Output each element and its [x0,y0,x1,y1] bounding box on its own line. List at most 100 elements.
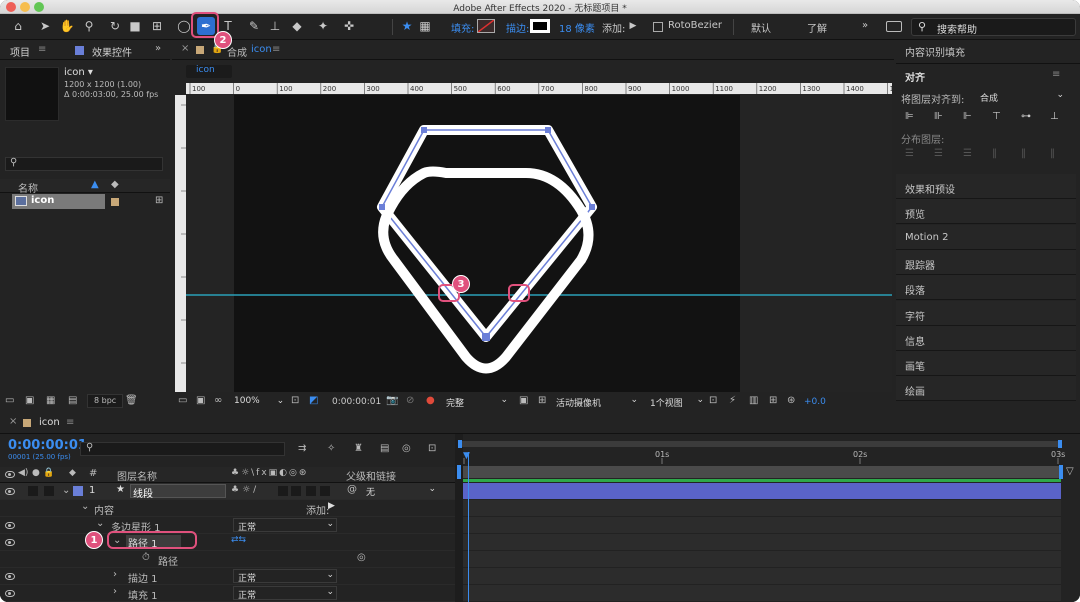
toggle-transparency-icon[interactable]: ⊞ [538,395,546,406]
camera-tool-icon[interactable]: ■ [126,17,144,35]
chevron-down-icon[interactable]: ⌄ [96,518,104,529]
visibility-eye-icon[interactable] [5,488,15,495]
camera-dropdown[interactable]: 活动摄像机 ⌄ [552,395,642,409]
path-vertex[interactable] [421,127,427,133]
resolution-dropdown[interactable]: 完整 ⌄ [442,395,512,409]
nav-end-handle[interactable] [1058,440,1062,448]
menu-icon[interactable]: ≡ [38,44,46,55]
stroke-mode-dropdown[interactable]: 正常 ⌄ [233,569,337,584]
visibility-eye-icon[interactable] [5,522,15,529]
layer-duration-bar[interactable] [463,483,1061,499]
layer-name-header[interactable]: 图层名称 [117,468,157,483]
distribute-top-icon[interactable]: ☰ [905,148,914,159]
path-vertex[interactable] [589,204,595,210]
roto-brush-tool-icon[interactable]: ✦ [314,17,332,35]
align-vcenter-icon[interactable]: ⊶ [1021,111,1031,122]
monitor-icon[interactable]: ▣ [196,395,205,406]
draft-3d-icon[interactable]: ✧ [327,443,335,454]
distribute-hcenter-icon[interactable]: ‖ [1021,148,1026,159]
nav-start-handle[interactable] [458,440,462,448]
zoom-dropdown[interactable]: 100% ⌄ [230,395,285,409]
right-panel-item[interactable]: 预览 [896,199,1076,225]
clone-stamp-tool-icon[interactable]: ⊥ [266,17,284,35]
switch-box[interactable] [278,486,288,496]
star-icon[interactable]: ★ [398,17,416,35]
flowchart-icon[interactable]: ⊞ [769,395,777,406]
snapshot-camera-icon[interactable]: 📷 [386,395,398,406]
views-dropdown[interactable]: 1个视图 ⌄ [646,395,706,409]
blend-mode-dropdown[interactable]: 正常 ⌄ [233,518,337,533]
label-tag-icon[interactable]: ◆ [111,179,119,190]
interpret-footage-icon[interactable]: ▭ [5,395,14,406]
fill-swatch[interactable] [477,19,495,33]
add-content-label[interactable]: 添加: [306,502,329,517]
right-panel-item[interactable]: 段落 [896,275,1076,301]
show-snapshot-icon[interactable]: ⊘ [406,395,414,406]
chevron-down-icon[interactable]: ⌄ [62,485,70,496]
home-icon[interactable]: ⌂ [9,17,27,35]
chevron-down-icon[interactable]: ⌄ [81,501,89,512]
path-direction-icons[interactable]: ⇄⇆ [231,535,246,545]
align-left-icon[interactable]: ⊫ [905,111,914,122]
workspace-learn[interactable]: 了解 [807,20,827,35]
parent-dropdown[interactable]: 无 ⌄ [362,484,438,498]
timeline-search-input[interactable]: ⚲ [80,442,285,456]
viewer-timecode[interactable]: 0:00:00:01 [332,397,381,407]
comp-viewer[interactable] [186,95,892,392]
path-property-row[interactable]: ⏱ 路径 ◎ [0,551,455,568]
exposure-value[interactable]: +0.0 [804,397,826,407]
menu-icon[interactable]: ≡ [66,417,74,428]
solo-toggle[interactable] [28,486,38,496]
path-row[interactable]: ⌄ 路径 1 ⇄⇆ [0,534,455,551]
zoom-tool-icon[interactable]: ⚲ [80,17,98,35]
fit-region-icon[interactable]: ⊡ [291,395,299,406]
sync-settings-icon[interactable] [886,21,902,32]
stroke-swatch[interactable] [530,19,550,33]
3d-glasses-icon[interactable]: ∞ [214,395,222,406]
flowchart-icon[interactable]: ⊞ [155,195,163,206]
color-channels-icon[interactable]: ● [426,395,435,406]
transparency-grid-icon[interactable]: ◩ [309,395,318,406]
path-vertex[interactable] [545,127,551,133]
distribute-right-icon[interactable]: ‖ [1050,148,1055,159]
align-top-icon[interactable]: ⊤ [992,111,1001,122]
item-name[interactable]: icon ▾ [64,67,93,78]
reset-exposure-icon[interactable]: ⊛ [787,395,795,406]
playhead-marker[interactable]: ▼ [463,451,470,461]
layer-switches[interactable]: ♣☼/ [231,485,259,495]
stroke-width-value[interactable]: 18 像素 [559,20,595,35]
expression-spiral-icon[interactable]: ◎ [357,552,366,563]
add-play-icon[interactable]: ▶ [624,17,642,35]
right-panel-item[interactable]: 信息 [896,325,1076,351]
visibility-eye-icon[interactable] [5,590,15,597]
stroke-row[interactable]: › 描边 1 正常 ⌄ [0,568,455,585]
distribute-left-icon[interactable]: ‖ [992,148,997,159]
switch-box[interactable] [291,486,301,496]
solo-icon[interactable]: ● [32,468,40,478]
row-label-color[interactable] [111,198,119,206]
switch-box[interactable] [306,486,316,496]
timeline-tab-name[interactable]: icon [39,417,60,428]
work-area-start[interactable] [457,465,461,479]
visibility-eye-icon[interactable] [5,539,15,546]
selection-tool-icon[interactable]: ➤ [36,17,54,35]
eraser-tool-icon[interactable]: ◆ [288,17,306,35]
trash-icon[interactable]: 🗑 [125,395,138,406]
right-panel-item[interactable]: 绘画 [896,376,1076,402]
distribute-bottom-icon[interactable]: ☰ [963,148,972,159]
path-vertex[interactable] [482,333,490,341]
parent-link-header[interactable]: 父级和链接 [346,468,396,483]
fast-preview-icon[interactable]: ⚡ [729,395,736,406]
shy-layers-icon[interactable]: ♜ [354,443,363,454]
help-search-box[interactable]: ⚲ 搜索帮助 [911,18,1076,36]
toggle-pixel-aspect-icon[interactable]: ⊡ [709,395,717,406]
content-aware-fill-tab[interactable]: 内容识别填充 [905,44,965,59]
path-vertex[interactable] [379,204,385,210]
comp-tab-name[interactable]: icon [251,44,272,55]
visibility-eye-icon[interactable] [5,573,15,580]
rotobezier-checkbox[interactable] [653,22,663,32]
lock-toggle[interactable] [44,486,54,496]
brush-tool-icon[interactable]: ✎ [245,17,263,35]
tab-effect-controls[interactable]: 效果控件 [92,44,132,59]
right-panel-item[interactable]: 画笔 [896,351,1076,377]
